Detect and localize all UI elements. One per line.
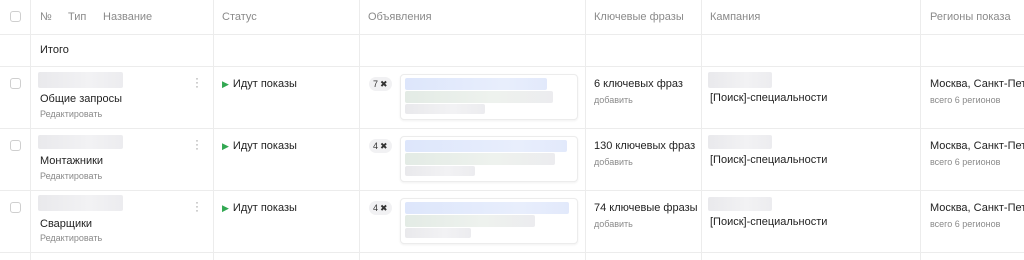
more-menu-icon[interactable]: · · ·	[195, 72, 199, 92]
ad-preview[interactable]	[400, 136, 578, 182]
status-label: ▶ Идут показы	[222, 78, 297, 90]
row-divider	[0, 34, 1024, 35]
edit-link[interactable]: Редактировать	[40, 171, 102, 181]
add-keywords-link[interactable]: добавить	[594, 157, 633, 167]
ads-count-badge[interactable]: 4 ✖	[369, 201, 392, 215]
redacted-id	[38, 135, 123, 149]
header-regions[interactable]: Регионы показа	[930, 11, 1011, 23]
row-checkbox[interactable]	[10, 202, 21, 213]
region-total-link[interactable]: всего 6 регионов	[930, 219, 1000, 229]
region-total-link[interactable]: всего 6 регионов	[930, 95, 1000, 105]
group-name[interactable]: Монтажники	[40, 155, 103, 167]
region-list: Москва, Санкт-Пет	[930, 202, 1024, 214]
col-divider	[701, 0, 702, 260]
close-icon: ✖	[380, 203, 388, 213]
row-divider	[0, 190, 1024, 191]
select-all-checkbox[interactable]	[10, 11, 21, 22]
keywords-count[interactable]: 74 ключевые фразы	[594, 202, 698, 214]
redacted-id	[38, 72, 123, 88]
add-keywords-link[interactable]: добавить	[594, 219, 633, 229]
close-icon: ✖	[380, 141, 388, 151]
header-status[interactable]: Статус	[222, 11, 257, 23]
region-list: Москва, Санкт-Пет	[930, 140, 1024, 152]
region-list: Москва, Санкт-Пет	[930, 78, 1024, 90]
campaign-name[interactable]: [Поиск]-специальности	[710, 216, 827, 228]
play-icon: ▶	[222, 141, 229, 151]
redacted-id	[38, 195, 123, 211]
header-keywords[interactable]: Ключевые фразы	[594, 11, 684, 23]
redacted-campaign-id	[708, 197, 772, 211]
ad-preview[interactable]	[400, 198, 578, 244]
ad-groups-table: № Тип Название Статус Объявления Ключевы…	[0, 0, 1024, 260]
play-icon: ▶	[222, 203, 229, 213]
status-label: ▶ Идут показы	[222, 140, 297, 152]
add-keywords-link[interactable]: добавить	[594, 95, 633, 105]
more-menu-icon[interactable]: · · ·	[195, 134, 199, 154]
keywords-count[interactable]: 130 ключевых фраз	[594, 140, 695, 152]
play-icon: ▶	[222, 79, 229, 89]
total-label: Итого	[40, 44, 69, 56]
header-ads[interactable]: Объявления	[368, 11, 432, 23]
row-divider	[0, 128, 1024, 129]
header-num[interactable]: №	[40, 11, 52, 23]
row-divider	[0, 66, 1024, 67]
edit-link[interactable]: Редактировать	[40, 109, 102, 119]
col-divider	[920, 0, 921, 260]
campaign-name[interactable]: [Поиск]-специальности	[710, 154, 827, 166]
header-campaign[interactable]: Кампания	[710, 11, 760, 23]
ads-count-badge[interactable]: 7 ✖	[369, 77, 392, 91]
col-divider	[213, 0, 214, 260]
col-divider	[585, 0, 586, 260]
more-menu-icon[interactable]: · · ·	[195, 196, 199, 216]
row-checkbox[interactable]	[10, 78, 21, 89]
col-divider	[30, 0, 31, 260]
group-name[interactable]: Сварщики	[40, 218, 92, 230]
header-type[interactable]: Тип	[68, 11, 86, 23]
col-divider	[359, 0, 360, 260]
keywords-count[interactable]: 6 ключевых фраз	[594, 78, 683, 90]
campaign-name[interactable]: [Поиск]-специальности	[710, 92, 827, 104]
ad-preview[interactable]	[400, 74, 578, 120]
close-icon: ✖	[380, 79, 388, 89]
header-name[interactable]: Название	[103, 11, 152, 23]
ads-count-badge[interactable]: 4 ✖	[369, 139, 392, 153]
redacted-campaign-id	[708, 135, 772, 149]
edit-link[interactable]: Редактировать	[40, 233, 102, 243]
row-divider	[0, 252, 1024, 253]
region-total-link[interactable]: всего 6 регионов	[930, 157, 1000, 167]
redacted-campaign-id	[708, 72, 772, 88]
status-label: ▶ Идут показы	[222, 202, 297, 214]
group-name[interactable]: Общие запросы	[40, 93, 122, 105]
row-checkbox[interactable]	[10, 140, 21, 151]
